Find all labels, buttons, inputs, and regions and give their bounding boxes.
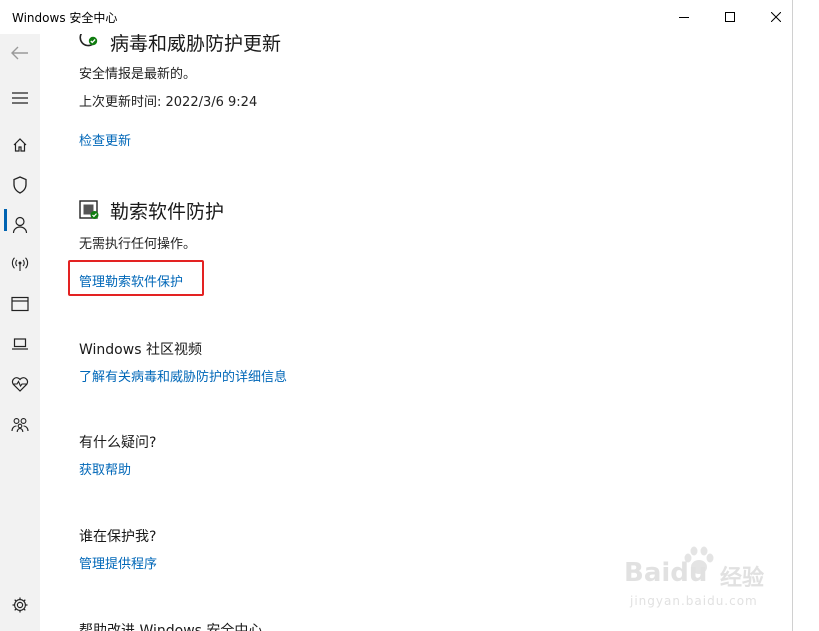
close-icon [771, 12, 781, 22]
nav-device-health[interactable] [6, 370, 34, 398]
nav-home[interactable] [6, 131, 34, 159]
ransomware-title: 勒索软件防护 [110, 201, 225, 223]
get-help-link[interactable]: 获取帮助 [79, 459, 131, 478]
nav-settings[interactable] [6, 591, 34, 619]
updates-title: 病毒和威胁防护更新 [110, 34, 282, 55]
gear-icon [12, 597, 28, 613]
family-icon [11, 418, 29, 433]
last-update-time: 上次更新时间: 2022/3/6 9:24 [79, 95, 258, 110]
questions-title: 有什么疑问? [79, 435, 157, 451]
nav-device-security[interactable] [6, 330, 34, 358]
maximize-icon [725, 12, 735, 22]
maximize-button[interactable] [707, 0, 753, 34]
nav-firewall[interactable] [6, 250, 34, 278]
sidebar [0, 34, 40, 631]
nav-family-options[interactable] [6, 411, 34, 439]
heart-pulse-icon [11, 377, 29, 392]
protector-title: 谁在保护我? [79, 529, 157, 545]
watermark-url: jingyan.baidu.com [630, 594, 758, 608]
updates-status: 安全情报是最新的。 [79, 67, 197, 82]
nav-virus-protection[interactable] [6, 171, 34, 199]
baidu-watermark: Baidu 经验 jingyan.baidu.com [624, 546, 776, 616]
main-content: 病毒和威胁防护更新 安全情报是最新的。 上次更新时间: 2022/3/6 9:2… [40, 34, 792, 631]
nav-app-browser-control[interactable] [6, 290, 34, 318]
manage-providers-link[interactable]: 管理提供程序 [79, 553, 157, 572]
ransomware-protection-icon [79, 200, 99, 219]
laptop-icon [12, 338, 28, 350]
community-title: Windows 社区视频 [79, 342, 202, 358]
learn-more-link[interactable]: 了解有关病毒和威胁防护的详细信息 [79, 366, 287, 385]
improve-title: 帮助改进 Windows 安全中心 [79, 623, 263, 631]
browser-window-icon [11, 296, 29, 312]
close-button[interactable] [753, 0, 792, 34]
watermark-brand: Baidu [624, 558, 708, 588]
shield-icon [13, 176, 27, 194]
home-icon [13, 138, 27, 152]
ransomware-status: 无需执行任何操作。 [79, 237, 197, 252]
menu-button[interactable] [6, 84, 34, 112]
update-refresh-icon [79, 34, 98, 47]
hamburger-menu-icon [12, 92, 28, 104]
back-arrow-icon [11, 46, 28, 60]
person-icon [12, 216, 28, 234]
watermark-cn: 经验 [720, 566, 765, 591]
minimize-icon [679, 17, 689, 18]
wireless-antenna-icon [11, 257, 29, 271]
check-updates-link[interactable]: 检查更新 [79, 130, 131, 149]
security-center-window: Windows 安全中心 病毒和威胁防护更新 安全情报是最新的。 上次更新时间:… [0, 0, 793, 631]
window-title: Windows 安全中心 [12, 11, 118, 25]
back-button[interactable] [6, 39, 34, 67]
minimize-button[interactable] [661, 0, 707, 34]
manage-ransomware-link[interactable]: 管理勒索软件保护 [79, 271, 183, 290]
title-bar: Windows 安全中心 [0, 0, 792, 34]
nav-account-protection[interactable] [6, 211, 34, 239]
